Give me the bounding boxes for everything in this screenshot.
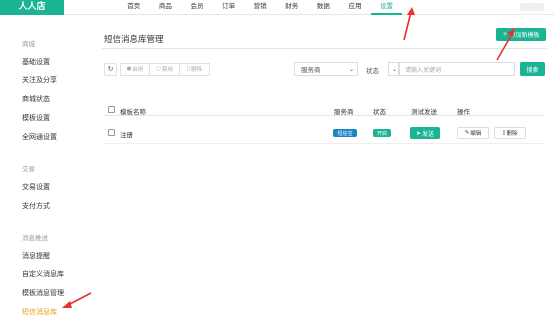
row-delete-button[interactable]: ▯ 删除 [494,127,526,139]
edit-icon: ✎ [464,130,470,136]
nav-item-marketing[interactable]: 营销 [244,0,276,15]
nav-item-settings[interactable]: 设置 [370,0,403,15]
title-divider [102,48,547,49]
provider-badge: 短信宝 [333,129,357,137]
header-provider: 服务商 [334,108,354,116]
caret-down-icon: ⌄ [391,66,397,73]
sidebar-item-trade-settings[interactable]: 交易设置 [22,182,50,192]
enable-icon: ● [126,66,132,72]
table-toolbar: ↻ ● 启用 ○ 禁用 ▯ 删除 [104,62,210,76]
send-test-button[interactable]: ➤ 发送 [410,127,440,139]
sidebar-item-template-message-management[interactable]: 模板消息管理 [22,288,64,298]
provider-select[interactable]: 服务商 ⌄ [294,62,358,76]
status-badge: 开启 [373,129,391,137]
sidebar: 商城 基础设置 关注及分享 商城状态 模板设置 全网通设置 交易 交易设置 支付… [0,16,90,318]
nav-item-data[interactable]: 数据 [308,0,340,15]
caret-down-icon: ⌄ [348,66,354,73]
sidebar-item-basic-settings[interactable]: 基础设置 [22,57,50,67]
batch-action-group: ● 启用 ○ 禁用 ▯ 删除 [120,62,210,76]
sidebar-item-network-settings[interactable]: 全网通设置 [22,132,57,142]
table-row: 注册 短信宝 开启 ➤ 发送 ✎ 编辑 ▯ 删除 [104,122,544,144]
nav-item-finance[interactable]: 财务 [276,0,308,15]
page-title: 短信消息库管理 [104,35,164,45]
refresh-icon: ↻ [107,65,114,73]
trash-icon: ▯ [502,130,506,136]
enable-label: 启用 [132,67,144,73]
disable-button[interactable]: ○ 禁用 [150,62,180,76]
nav-item-apps[interactable]: 应用 [339,0,371,15]
top-navbar: 人人店 首页 商品 会员 订单 营销 财务 数据 应用 设置 [0,0,554,15]
sidebar-item-follow-share[interactable]: 关注及分享 [22,75,57,85]
sidebar-item-payment-methods[interactable]: 支付方式 [22,201,50,211]
user-menu[interactable] [520,3,544,11]
row-checkbox[interactable] [108,129,115,136]
edit-button[interactable]: ✎ 编辑 [457,127,489,139]
nav-item-home[interactable]: 首页 [118,0,150,15]
sidebar-item-template-settings[interactable]: 模板设置 [22,113,50,123]
disable-icon: ○ [156,66,161,72]
search-button[interactable]: 搜索 [520,62,545,76]
disable-label: 禁用 [161,67,173,73]
send-test-label: 发送 [422,130,435,138]
sidebar-item-mall-status[interactable]: 商城状态 [22,94,50,104]
sidebar-item-message-reminder[interactable]: 消息提醒 [22,251,50,261]
nav-item-goods[interactable]: 商品 [150,0,182,15]
header-template-name: 模板名称 [120,108,146,116]
row-template-name: 注册 [120,131,133,139]
sidebar-group-title-trade: 交易 [22,165,35,173]
plus-icon: + [502,31,508,38]
delete-button[interactable]: ▯ 删除 [180,62,210,76]
search-input[interactable]: 请输入关键词 [399,62,515,76]
search-placeholder: 请输入关键词 [405,66,442,74]
sidebar-item-sms-library[interactable]: 短信消息库 [22,307,57,317]
app-logo[interactable]: 人人店 [0,0,64,15]
provider-select-value: 服务商 [301,66,321,74]
main-content: 短信消息库管理 + 添加新模板 ↻ ● 启用 ○ 禁用 ▯ 删除 服务商 ⌄ 状… [90,16,554,318]
sidebar-group-title-mall: 商城 [22,40,35,48]
select-all-checkbox[interactable] [108,106,115,113]
status-select[interactable]: ⌄ [388,62,399,76]
trash-icon: ▯ [186,66,190,72]
sidebar-item-custom-message-library[interactable]: 自定义消息库 [22,269,64,279]
nav-item-members[interactable]: 会员 [181,0,213,15]
add-template-label: 添加新模板 [509,32,540,39]
header-operations: 操作 [457,108,470,116]
sidebar-group-title-push: 消息推送 [22,234,48,242]
nav-item-orders[interactable]: 订单 [213,0,245,15]
edit-label: 编辑 [470,131,482,137]
header-status: 状态 [373,108,386,116]
header-test-send: 测试发送 [411,108,437,116]
enable-button[interactable]: ● 启用 [120,62,150,76]
status-filter-label: 状态 [366,67,379,75]
delete-label: 删除 [191,67,203,73]
add-template-button[interactable]: + 添加新模板 [496,28,546,41]
refresh-button[interactable]: ↻ [104,62,117,76]
table-header-row: 模板名称 服务商 状态 测试发送 操作 [104,102,544,116]
row-delete-label: 删除 [506,131,518,137]
main-nav: 首页 商品 会员 订单 营销 财务 数据 应用 设置 [118,0,403,15]
send-icon: ➤ [415,129,421,137]
